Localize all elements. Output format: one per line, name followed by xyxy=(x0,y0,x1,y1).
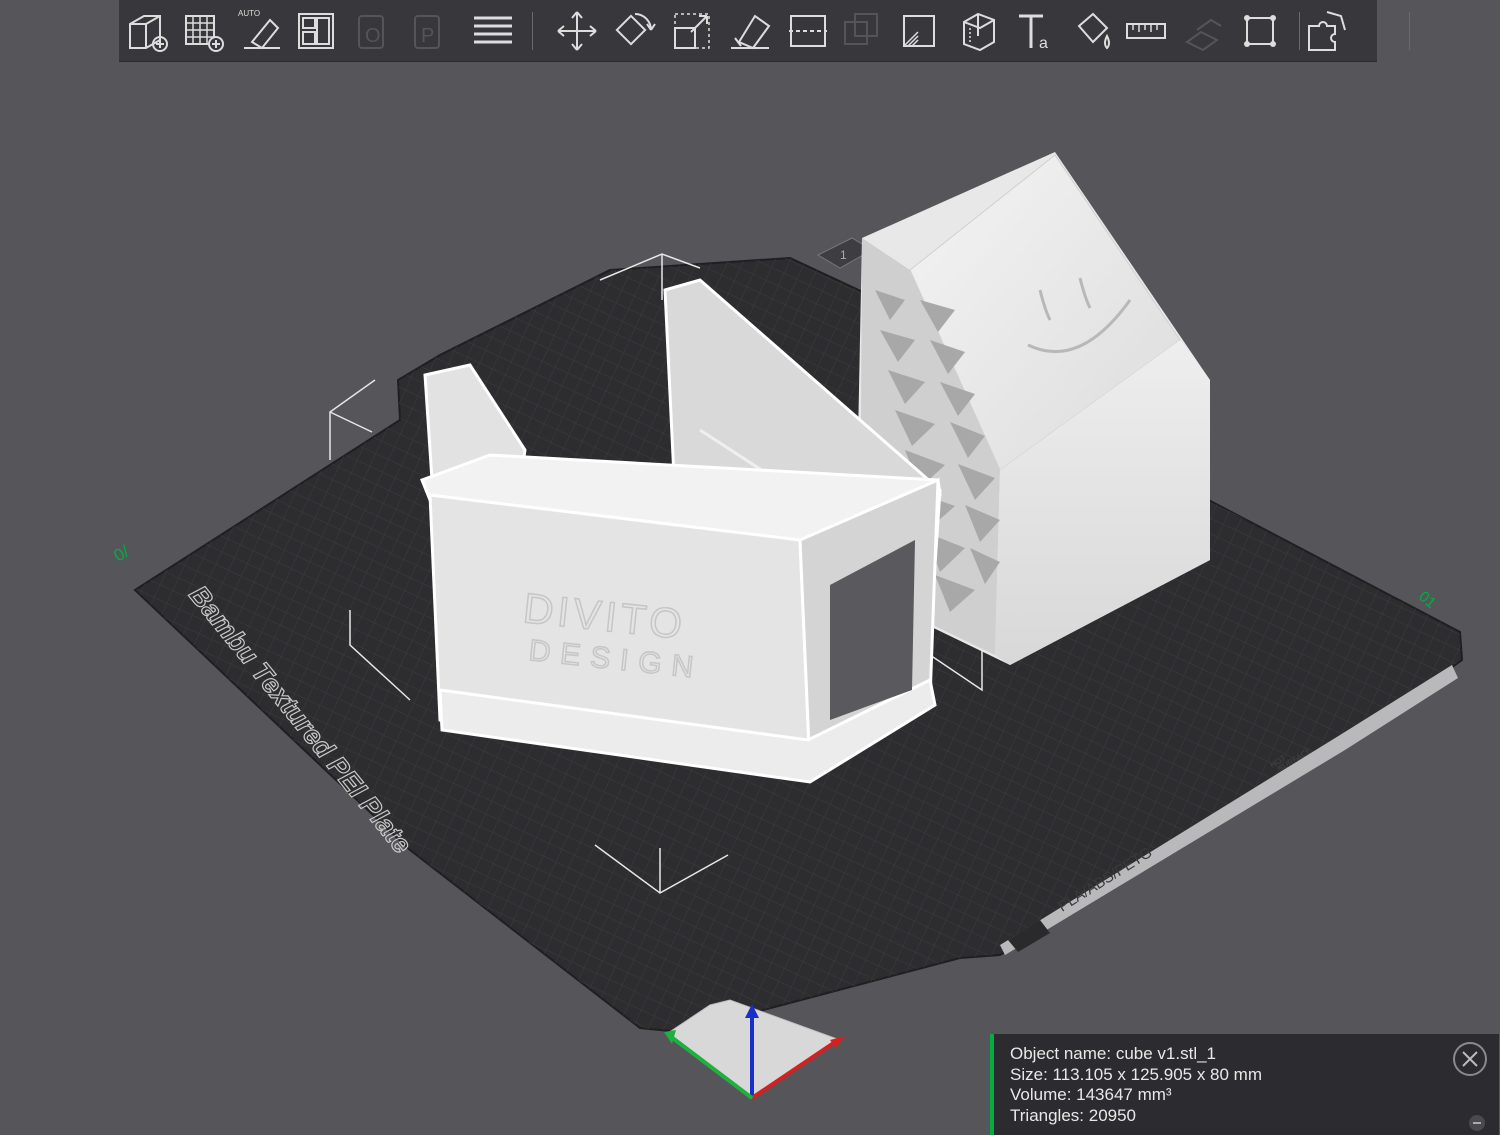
seam-paint-icon xyxy=(963,12,995,52)
measure-icon xyxy=(1126,23,1166,39)
viewport-3d[interactable]: Bambu Textured PEI Plate PLA/ABS/PETG HO… xyxy=(0,0,1500,1135)
plate-number: 1 xyxy=(840,248,847,262)
svg-text:a: a xyxy=(1039,35,1048,52)
add-plate-icon xyxy=(185,15,224,52)
mesh-boolean-icon xyxy=(844,13,878,45)
object-triangles-text: Triangles: 20950 xyxy=(1010,1105,1137,1125)
svg-text:P: P xyxy=(421,25,434,47)
collapse-info-button[interactable] xyxy=(1469,1115,1485,1131)
add-cube-icon xyxy=(129,15,168,52)
layers-icon xyxy=(474,16,512,44)
mesh-boolean-button[interactable] xyxy=(837,6,887,56)
rotate-button[interactable] xyxy=(609,6,659,56)
layers-button[interactable] xyxy=(468,6,518,56)
svg-text:AUTO: AUTO xyxy=(238,9,260,18)
measure-button[interactable] xyxy=(1121,6,1171,56)
fit-view-button[interactable] xyxy=(1235,6,1285,56)
puzzle-button[interactable] xyxy=(1301,6,1351,56)
object-info-panel: Object name: cube v1.stl_1 Size: 113.105… xyxy=(990,1034,1499,1135)
origin-marker: 0/ xyxy=(111,542,133,566)
puzzle-icon xyxy=(1308,11,1346,51)
main-toolbar: AUTO O Pa xyxy=(119,0,1410,62)
close-icon xyxy=(1462,1051,1478,1067)
move-icon xyxy=(557,11,597,51)
rotate-icon xyxy=(615,13,656,46)
color-paint-button[interactable] xyxy=(1067,6,1117,56)
text-button[interactable]: a xyxy=(1009,6,1059,56)
object-name-text: Object name: cube v1.stl_1 xyxy=(1010,1044,1217,1063)
toolbar-separator xyxy=(1409,12,1410,50)
arrange-icon xyxy=(298,13,334,49)
move-button[interactable] xyxy=(552,6,602,56)
add-plate-button[interactable] xyxy=(178,6,228,56)
assembly-icon xyxy=(1185,18,1222,52)
object-volume-text: Volume: 143647 mm³ xyxy=(1010,1085,1172,1104)
close-info-button[interactable] xyxy=(1453,1042,1487,1076)
support-paint-icon xyxy=(903,15,935,47)
assembly-button[interactable] xyxy=(1177,6,1227,56)
toolbar-separator xyxy=(1299,12,1300,50)
split-parts-icon: P xyxy=(414,15,440,49)
scale-icon xyxy=(674,13,710,49)
end-marker: 01 xyxy=(1415,588,1439,612)
fit-view-icon xyxy=(1244,15,1276,47)
cut-button[interactable] xyxy=(783,6,833,56)
lay-on-face-button[interactable] xyxy=(725,6,775,56)
scale-button[interactable] xyxy=(667,6,717,56)
arrange-button[interactable] xyxy=(291,6,341,56)
split-parts-button[interactable]: P xyxy=(405,6,455,56)
text-icon: a xyxy=(1019,14,1048,52)
split-objects-icon: O xyxy=(358,15,384,49)
svg-text:O: O xyxy=(365,25,381,47)
cut-icon xyxy=(789,15,827,47)
add-cube-button[interactable] xyxy=(122,6,172,56)
seam-paint-button[interactable] xyxy=(952,6,1002,56)
split-objects-button[interactable]: O xyxy=(349,6,399,56)
color-paint-icon xyxy=(1077,12,1110,50)
support-paint-button[interactable] xyxy=(894,6,944,56)
auto-orient-button[interactable]: AUTO xyxy=(236,6,286,56)
object-size-text: Size: 113.105 x 125.905 x 80 mm xyxy=(1010,1064,1263,1084)
auto-orient-icon: AUTO xyxy=(238,9,280,50)
toolbar-separator xyxy=(532,12,533,50)
lay-on-face-icon xyxy=(731,14,771,50)
